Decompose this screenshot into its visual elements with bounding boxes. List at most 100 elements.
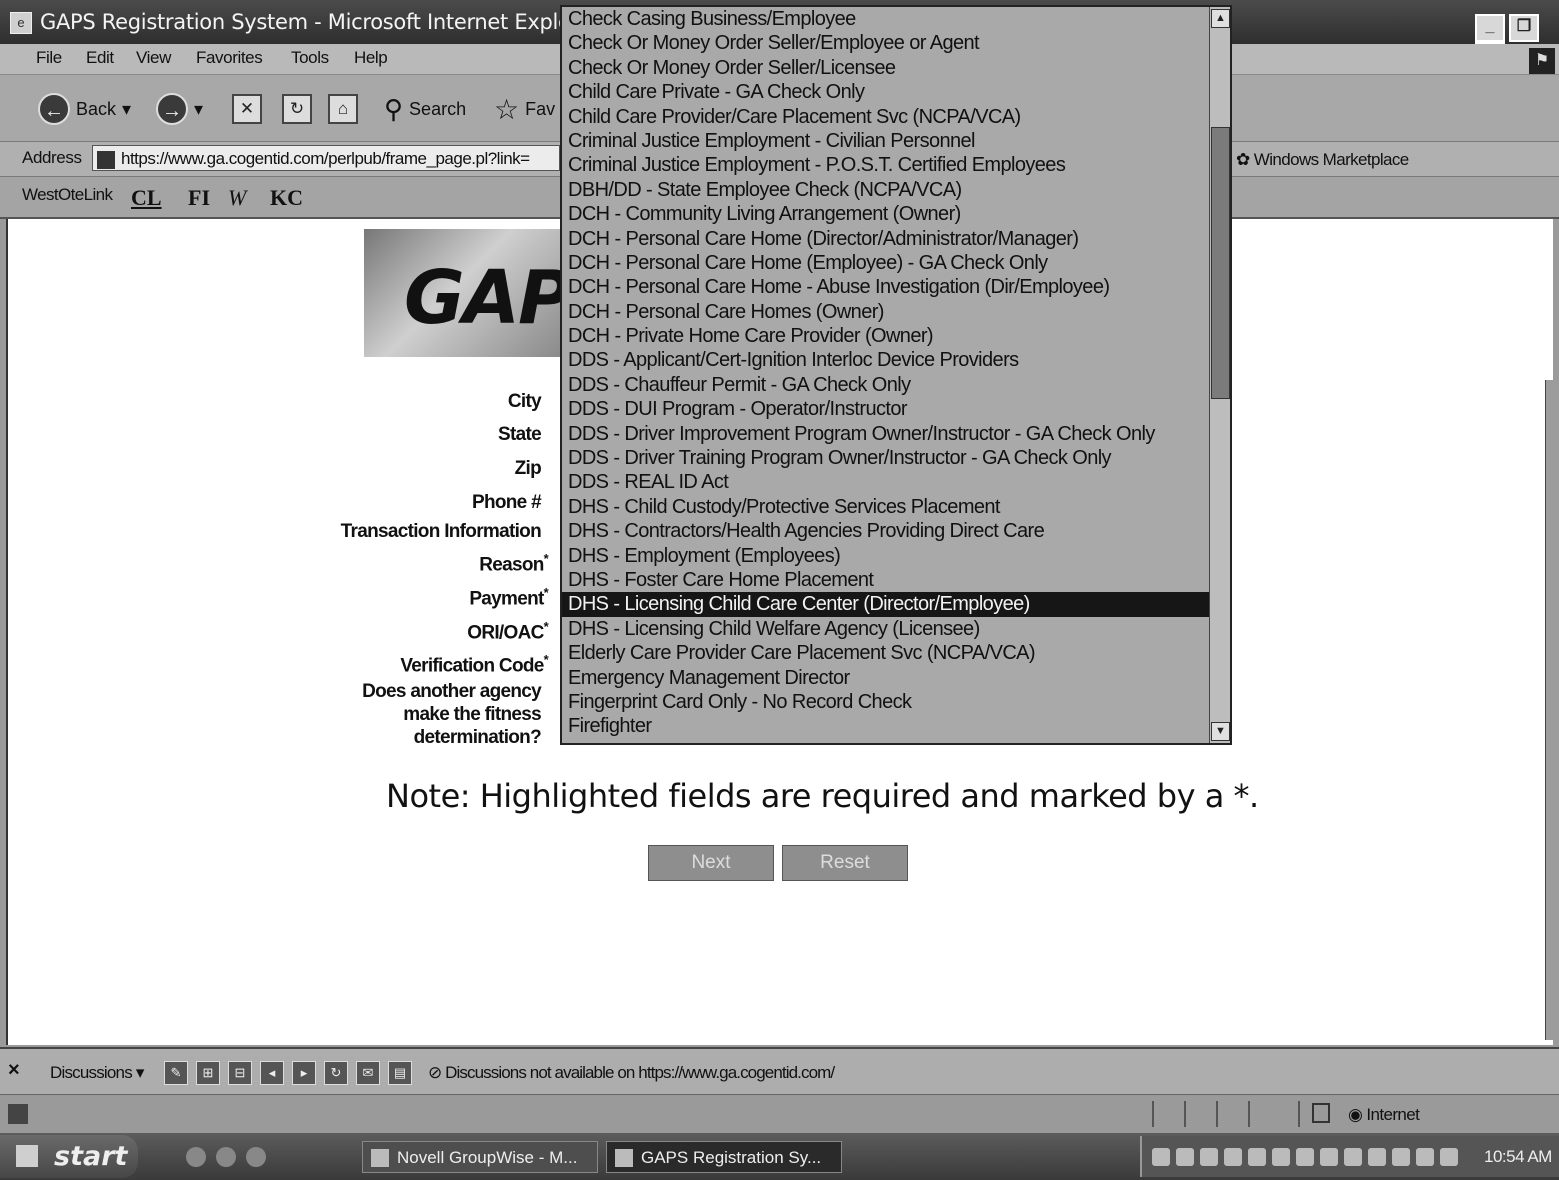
reason-dropdown-list[interactable]: Check Casing Business/Employee Check Or M… <box>560 5 1232 745</box>
reason-option[interactable]: DCH - Personal Care Home (Director/Admin… <box>562 227 1210 251</box>
show-discussion-pane-icon[interactable]: ▤ <box>388 1061 412 1085</box>
tray-icon[interactable] <box>1416 1148 1434 1166</box>
link-kc[interactable]: KC <box>270 185 303 211</box>
quick-launch-icon[interactable] <box>246 1147 266 1167</box>
tray-icon[interactable] <box>1176 1148 1194 1166</box>
status-divider <box>1152 1101 1154 1127</box>
menu-edit[interactable]: Edit <box>86 48 114 68</box>
task-groupwise[interactable]: Novell GroupWise - M... <box>362 1141 598 1173</box>
expand-discussions-icon[interactable]: ⊞ <box>196 1061 220 1085</box>
reason-option[interactable]: Child Care Provider/Care Placement Svc (… <box>562 105 1210 129</box>
reason-option[interactable]: Firefighter <box>562 714 1210 738</box>
address-label: Address <box>22 148 82 167</box>
next-button[interactable]: Next <box>648 845 774 881</box>
menu-favorites[interactable]: Favorites <box>196 48 263 68</box>
windows-marketplace-link[interactable]: ✿ Windows Marketplace <box>1236 150 1409 170</box>
reason-option[interactable]: DDS - Applicant/Cert-Ignition Interloc D… <box>562 348 1210 372</box>
reason-option[interactable]: DCH - Private Home Care Provider (Owner) <box>562 324 1210 348</box>
minimize-button[interactable]: _ <box>1475 14 1505 42</box>
lock-icon <box>1312 1103 1330 1123</box>
quick-launch-icon[interactable] <box>216 1147 236 1167</box>
reason-option[interactable]: DDS - Driver Training Program Owner/Inst… <box>562 446 1210 470</box>
tray-icon[interactable] <box>1344 1148 1362 1166</box>
scroll-up-icon[interactable]: ▲ <box>1211 9 1230 28</box>
tray-icon[interactable] <box>1200 1148 1218 1166</box>
reason-option[interactable]: DDS - DUI Program - Operator/Instructor <box>562 397 1210 421</box>
link-westotelink[interactable]: WestOteLink <box>22 185 113 205</box>
reason-option[interactable]: Criminal Justice Employment - P.O.S.T. C… <box>562 153 1210 177</box>
address-url: https://www.ga.cogentid.com/perlpub/fram… <box>121 149 530 168</box>
home-button[interactable]: ⌂ <box>328 91 358 127</box>
reason-option[interactable]: DDS - Driver Improvement Program Owner/I… <box>562 422 1210 446</box>
reason-option[interactable]: DHS - Licensing Child Care Center (Direc… <box>562 592 1210 617</box>
reason-option[interactable]: DHS - Contractors/Health Agencies Provid… <box>562 519 1210 543</box>
menu-view[interactable]: View <box>136 48 171 68</box>
back-button[interactable]: ← Back ▾ <box>38 91 131 127</box>
reason-option[interactable]: DHS - Employment (Employees) <box>562 544 1210 568</box>
reason-option[interactable]: DBH/DD - State Employee Check (NCPA/VCA) <box>562 178 1210 202</box>
reason-option[interactable]: Fingerprint Card Only - No Record Check <box>562 690 1210 714</box>
reason-option[interactable]: DHS - Foster Care Home Placement <box>562 568 1210 592</box>
reason-option[interactable]: Check Or Money Order Seller/Employee or … <box>562 31 1210 55</box>
tray-icon[interactable] <box>1224 1148 1242 1166</box>
menu-help[interactable]: Help <box>354 48 388 68</box>
start-button[interactable]: start <box>0 1135 138 1178</box>
favorites-button[interactable]: ☆ Fav <box>494 91 555 127</box>
reset-button[interactable]: Reset <box>782 845 908 881</box>
reason-option[interactable]: DCH - Personal Care Homes (Owner) <box>562 300 1210 324</box>
tray-icon[interactable] <box>1152 1148 1170 1166</box>
link-cl[interactable]: CL <box>131 185 162 211</box>
reason-option[interactable]: DDS - Chauffeur Permit - GA Check Only <box>562 373 1210 397</box>
start-label: start <box>54 1141 128 1172</box>
tray-icon[interactable] <box>1272 1148 1290 1166</box>
reason-option[interactable]: DHS - Child Custody/Protective Services … <box>562 495 1210 519</box>
reason-option[interactable]: Check Casing Business/Employee <box>562 7 1210 31</box>
tray-icon[interactable] <box>1440 1148 1458 1166</box>
verification-code-label: Verification Code* <box>400 652 548 677</box>
scroll-thumb[interactable] <box>1211 127 1230 399</box>
close-discussions-icon[interactable]: × <box>8 1059 20 1082</box>
reason-option[interactable]: Child Care Private - GA Check Only <box>562 80 1210 104</box>
back-arrow-icon: ← <box>38 93 70 125</box>
tray-icon[interactable] <box>1320 1148 1338 1166</box>
reason-option[interactable]: Check Or Money Order Seller/Licensee <box>562 56 1210 80</box>
scroll-down-icon[interactable]: ▼ <box>1211 722 1230 741</box>
tray-icon[interactable] <box>1296 1148 1314 1166</box>
restore-button[interactable]: ❐ <box>1509 14 1539 42</box>
reason-option[interactable]: Elderly Care Provider Care Placement Svc… <box>562 641 1210 665</box>
reason-option[interactable]: DCH - Personal Care Home - Abuse Investi… <box>562 275 1210 299</box>
insert-discussion-icon[interactable]: ✎ <box>164 1061 188 1085</box>
forward-button[interactable]: → ▾ <box>156 91 203 127</box>
page-scrollbar[interactable] <box>1545 380 1559 1040</box>
menu-file[interactable]: File <box>36 48 62 68</box>
previous-discussion-icon[interactable]: ◂ <box>260 1061 284 1085</box>
dropdown-scrollbar[interactable]: ▲ ▼ <box>1209 7 1230 743</box>
search-button[interactable]: ⚲ Search <box>384 91 466 127</box>
task-gaps-registration[interactable]: GAPS Registration Sy... <box>606 1141 842 1173</box>
collapse-discussions-icon[interactable]: ⊟ <box>228 1061 252 1085</box>
reason-option[interactable]: DHS - Licensing Child Welfare Agency (Li… <box>562 617 1210 641</box>
refresh-button[interactable]: ↻ <box>282 91 312 127</box>
link-fi[interactable]: FI <box>188 185 210 211</box>
stop-button[interactable]: ✕ <box>232 91 262 127</box>
tray-icon[interactable] <box>1248 1148 1266 1166</box>
next-discussion-icon[interactable]: ▸ <box>292 1061 316 1085</box>
menu-tools[interactable]: Tools <box>291 48 329 68</box>
reason-option[interactable]: DCH - Community Living Arrangement (Owne… <box>562 202 1210 226</box>
discussions-message: Discussions not available on https://www… <box>445 1063 835 1082</box>
westlaw-icon[interactable]: W <box>228 185 246 211</box>
reason-option[interactable]: DDS - REAL ID Act <box>562 470 1210 494</box>
tray-icon[interactable] <box>1392 1148 1410 1166</box>
address-input[interactable]: https://www.ga.cogentid.com/perlpub/fram… <box>92 145 560 171</box>
chevron-down-icon: ▾ <box>194 98 204 119</box>
tray-icon[interactable] <box>1368 1148 1386 1166</box>
reason-option[interactable]: Emergency Management Director <box>562 666 1210 690</box>
quick-launch-icon[interactable] <box>186 1147 206 1167</box>
fitness-determination-label: Does another agency make the fitness det… <box>362 681 542 748</box>
subscribe-icon[interactable]: ✉ <box>356 1061 380 1085</box>
discussions-menu[interactable]: Discussions ▾ <box>50 1063 144 1083</box>
reason-option[interactable]: DCH - Personal Care Home (Employee) - GA… <box>562 251 1210 275</box>
reason-option[interactable]: Criminal Justice Employment - Civilian P… <box>562 129 1210 153</box>
star-icon: ☆ <box>494 93 520 125</box>
refresh-discussions-icon[interactable]: ↻ <box>324 1061 348 1085</box>
